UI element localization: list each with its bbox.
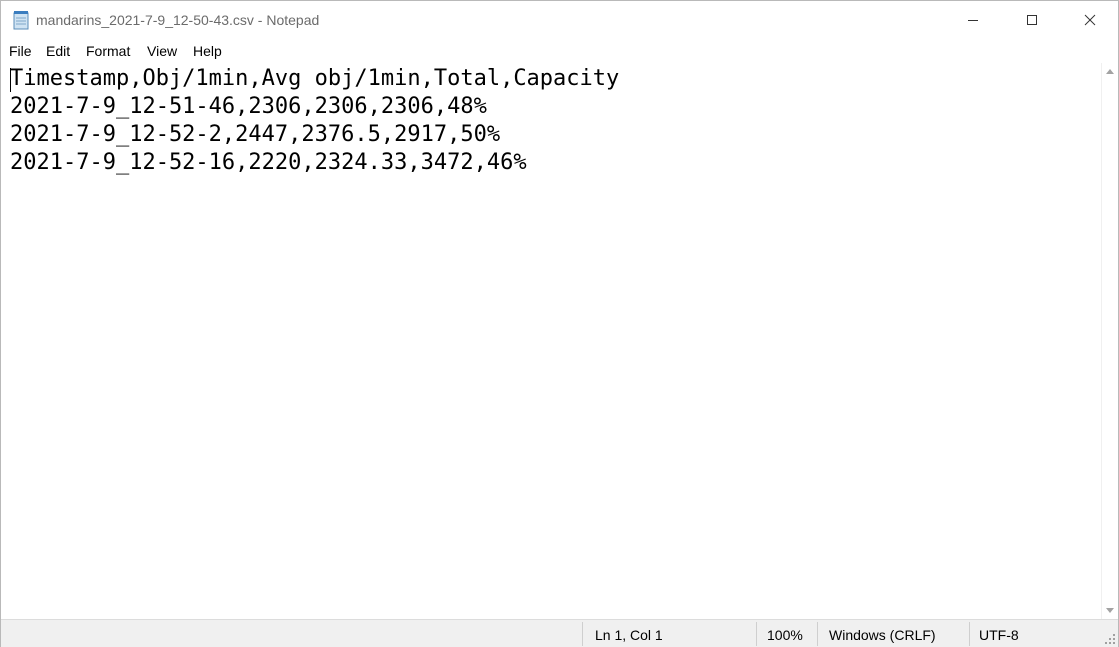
menu-format[interactable]: Format — [86, 43, 130, 59]
status-bar: Ln 1, Col 1 100% Windows (CRLF) UTF-8 — [1, 619, 1118, 647]
status-divider — [582, 622, 583, 646]
text-editor[interactable]: Timestamp,Obj/1min,Avg obj/1min,Total,Ca… — [1, 63, 1101, 619]
line-ending: Windows (CRLF) — [829, 627, 936, 643]
status-divider — [817, 622, 818, 646]
encoding: UTF-8 — [979, 627, 1019, 643]
scroll-down-icon[interactable] — [1106, 608, 1114, 613]
scroll-up-icon[interactable] — [1106, 69, 1114, 74]
menu-file[interactable]: File — [9, 43, 32, 59]
menu-bar: File Edit Format View Help — [1, 39, 1118, 63]
menu-help[interactable]: Help — [193, 43, 222, 59]
notepad-icon — [12, 10, 30, 30]
close-icon — [1084, 14, 1096, 26]
menu-edit[interactable]: Edit — [46, 43, 70, 59]
text-line: 2021-7-9_12-52-16,2220,2324.33,3472,46% — [10, 150, 527, 175]
resize-grip-icon[interactable] — [1105, 634, 1115, 644]
status-divider — [969, 622, 970, 646]
menu-view[interactable]: View — [147, 43, 177, 59]
status-divider — [756, 622, 757, 646]
window-title: mandarins_2021-7-9_12-50-43.csv - Notepa… — [36, 12, 320, 28]
text-line: 2021-7-9_12-52-2,2447,2376.5,2917,50% — [10, 122, 501, 147]
minimize-button[interactable] — [944, 1, 1002, 39]
text-line: 2021-7-9_12-51-46,2306,2306,2306,48% — [10, 94, 487, 119]
close-button[interactable] — [1061, 1, 1119, 39]
maximize-icon — [1027, 15, 1037, 25]
cursor-position: Ln 1, Col 1 — [595, 627, 663, 643]
text-line: Timestamp,Obj/1min,Avg obj/1min,Total,Ca… — [10, 66, 620, 91]
notepad-window: mandarins_2021-7-9_12-50-43.csv - Notepa… — [0, 0, 1119, 647]
title-bar[interactable]: mandarins_2021-7-9_12-50-43.csv - Notepa… — [1, 1, 1118, 39]
vertical-scrollbar[interactable] — [1101, 63, 1118, 619]
maximize-button[interactable] — [1003, 1, 1061, 39]
zoom-level: 100% — [767, 627, 803, 643]
minimize-icon — [968, 20, 978, 21]
